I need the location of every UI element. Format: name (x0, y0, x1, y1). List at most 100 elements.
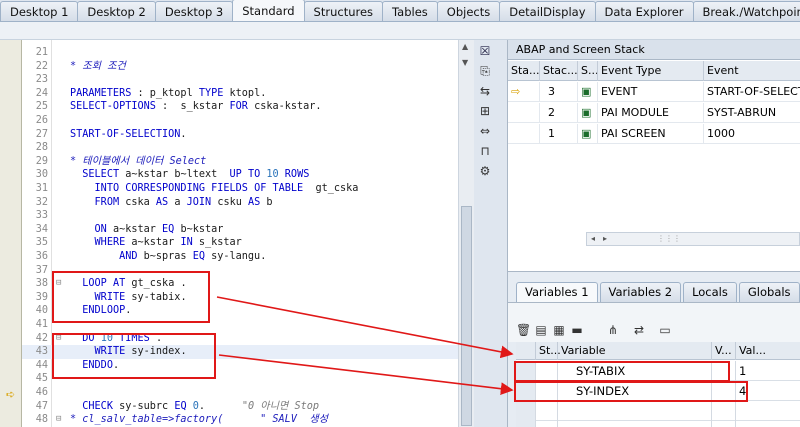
tab-locals[interactable]: Locals (683, 282, 737, 302)
fold-toggle-icon[interactable]: ⊟ (56, 332, 61, 346)
swap-tool-icon[interactable]: ⇆ (478, 84, 492, 98)
scroll-up-icon[interactable]: ▲ (462, 42, 468, 51)
code-line-44[interactable]: 44 ENDDO. (22, 359, 474, 373)
col-event-type[interactable]: Event Type (598, 61, 704, 81)
col-value-type[interactable]: V... (712, 342, 736, 360)
code-line-38[interactable]: 38 ⊟ LOOP AT gt_cska . (22, 277, 474, 291)
variable-value[interactable] (736, 421, 800, 427)
code-line-24[interactable]: 24 PARAMETERS : p_ktopl TYPE ktopl. (22, 87, 474, 101)
code-line-48[interactable]: 48 ⊟ * cl_salv_table=>factory( " SALV 생성 (22, 413, 474, 427)
breakpoint-margin[interactable]: ➪ (0, 40, 22, 427)
col-stack-level[interactable]: Stac... (540, 61, 578, 81)
line-number: 30 (35, 169, 48, 181)
code-line-36[interactable]: 36 AND b~spras EQ sy-langu. (22, 250, 474, 264)
col-status[interactable]: Sta... (508, 61, 540, 81)
hierarchy-icon[interactable]: ⋔ (606, 323, 620, 337)
scroll-thumb[interactable] (461, 206, 472, 426)
code-line-27[interactable]: 27 START-OF-SELECTION. (22, 128, 474, 142)
source-code-editor[interactable]: 21 22 * 조회 조건 23 24 PARAMETERS : p_ktopl TYPE… (22, 40, 474, 427)
close-tool-icon[interactable]: ☒ (478, 44, 492, 58)
code-line-29[interactable]: 29 * 테이블에서 데이터 Select (22, 155, 474, 169)
display-icon[interactable]: ▭ (658, 323, 672, 337)
row-selector[interactable] (516, 421, 536, 427)
code-line-22[interactable]: 22 * 조회 조건 (22, 60, 474, 74)
code-line-32[interactable]: 32 FROM cska AS a JOIN csku AS b (22, 196, 474, 210)
variable-name[interactable]: SY-INDEX (558, 381, 712, 401)
code-line-45[interactable]: 45 (22, 372, 474, 386)
fold-toggle-icon[interactable]: ⊟ (56, 413, 61, 427)
editor-vertical-scrollbar[interactable]: ▲ ▼ (458, 40, 474, 427)
tab-tables[interactable]: Tables (382, 1, 438, 21)
variable-name[interactable] (558, 421, 712, 427)
scroll-down-icon[interactable]: ▼ (462, 58, 468, 67)
row-selector[interactable] (516, 381, 536, 401)
scroll-right-icon[interactable]: ▸ (603, 234, 607, 243)
code-line-35[interactable]: 35 WHERE a~kstar IN s_kstar (22, 236, 474, 250)
col-var-status[interactable]: St... (536, 342, 561, 360)
variable-row[interactable] (516, 401, 800, 421)
stack-row[interactable]: 2 ▣ PAI MODULE SYST-ABRUN (508, 103, 800, 123)
delete-icon[interactable]: 🗑 (516, 323, 531, 337)
code-line-40[interactable]: 40 ENDLOOP. (22, 304, 474, 318)
col-event[interactable]: Event (704, 61, 800, 81)
stack-row[interactable]: 1 ▣ PAI SCREEN 1000 (508, 124, 800, 144)
scroll-grip-icon[interactable]: ⋮⋮⋮ (657, 234, 681, 243)
variable-name[interactable]: SY-TABIX (558, 361, 712, 381)
code-line-31[interactable]: 31 INTO CORRESPONDING FIELDS OF TABLE gt… (22, 182, 474, 196)
find-icon[interactable]: ▤ (534, 323, 548, 337)
code-line-23[interactable]: 23 (22, 73, 474, 87)
tab-desktop-2[interactable]: Desktop 2 (77, 1, 156, 21)
tab-structures[interactable]: Structures (303, 1, 384, 21)
col-row-select[interactable] (516, 342, 536, 360)
variables-tabs: Variables 1 Variables 2 Locals Globals (516, 282, 800, 302)
col-value[interactable]: Val... (736, 342, 800, 360)
scroll-left-icon[interactable]: ◂ (591, 234, 595, 243)
col-source-type[interactable]: S... (578, 61, 598, 81)
tab-desktop-1[interactable]: Desktop 1 (0, 1, 79, 21)
fold-toggle-icon[interactable]: ⊟ (56, 277, 61, 291)
code-line-33[interactable]: 33 (22, 209, 474, 223)
code-line-43[interactable]: 43 WRITE sy-index. (22, 345, 474, 359)
tab-globals[interactable]: Globals (738, 282, 800, 302)
row-selector[interactable] (516, 361, 536, 381)
stack-row[interactable]: ⇨ 3 ▣ EVENT START-OF-SELECT (508, 82, 800, 102)
save-icon[interactable]: ▬ (570, 323, 584, 337)
variable-row[interactable]: SY-TABIX 1 (516, 361, 800, 381)
row-selector[interactable] (516, 401, 536, 421)
tab-variables-2[interactable]: Variables 2 (599, 282, 682, 302)
code-line-39[interactable]: 39 WRITE sy-tabix. (22, 291, 474, 305)
stack-horizontal-scrollbar[interactable]: ◂ ▸ ⋮⋮⋮ (586, 232, 800, 246)
tab-standard[interactable]: Standard (232, 0, 305, 21)
code-line-47[interactable]: 47 CHECK sy-subrc EQ 0. "0 아니면 Stop (22, 400, 474, 414)
maximize-tool-icon[interactable]: ⊞ (478, 104, 492, 118)
code-line-30[interactable]: 30 SELECT a~kstar b~ltext UP TO 10 ROWS (22, 168, 474, 182)
transfer-icon[interactable]: ⇄ (632, 323, 646, 337)
variable-name[interactable] (558, 401, 712, 421)
variable-value[interactable]: 1 (736, 361, 800, 381)
new-tool-icon[interactable]: ⎘ (478, 64, 492, 78)
tab-data-explorer[interactable]: Data Explorer (594, 1, 694, 21)
tab-variables-1[interactable]: Variables 1 (516, 282, 598, 302)
col-variable[interactable]: Variable (558, 342, 712, 360)
variable-row[interactable] (516, 421, 800, 427)
code-line-41[interactable]: 41 (22, 318, 474, 332)
import-icon[interactable]: ▦ (552, 323, 566, 337)
tab-detaildisplay[interactable]: DetailDisplay (499, 1, 596, 21)
tab-desktop-3[interactable]: Desktop 3 (154, 1, 234, 21)
code-line-34[interactable]: 34 ON a~kstar EQ b~kstar (22, 223, 474, 237)
fit-width-icon[interactable]: ⇔ (478, 124, 492, 138)
lock-icon[interactable]: ⊓ (478, 144, 492, 158)
code-line-42[interactable]: 42 ⊟ DO 10 TIMES . (22, 332, 474, 346)
code-line-26[interactable]: 26 (22, 114, 474, 128)
tab-break-watchpoints[interactable]: Break./Watchpoints (692, 1, 800, 21)
code-line-25[interactable]: 25 SELECT-OPTIONS : s_kstar FOR cska-ksta… (22, 100, 474, 114)
code-line-37[interactable]: 37 (22, 264, 474, 278)
code-line-28[interactable]: 28 (22, 141, 474, 155)
tab-objects[interactable]: Objects (436, 1, 501, 21)
variable-value[interactable] (736, 401, 800, 421)
code-line-21[interactable]: 21 (22, 46, 474, 60)
variable-value[interactable]: 4 (736, 381, 800, 401)
services-icon[interactable]: ⚙ (478, 164, 492, 178)
variable-row[interactable]: SY-INDEX 4 (516, 381, 800, 401)
code-line-46[interactable]: 46 (22, 386, 474, 400)
